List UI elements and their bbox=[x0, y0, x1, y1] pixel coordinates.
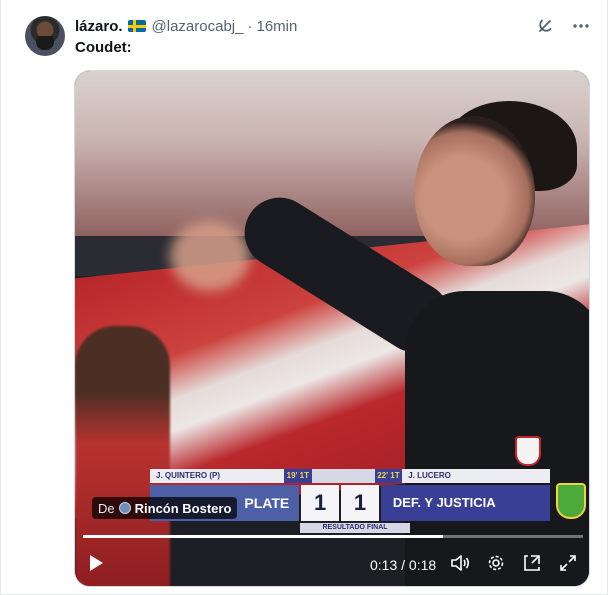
source-prefix: De bbox=[98, 500, 115, 516]
video-progress-fill bbox=[83, 535, 443, 538]
sweden-flag-icon bbox=[127, 20, 146, 32]
separator-dot: · bbox=[247, 17, 253, 35]
source-avatar bbox=[118, 502, 131, 514]
right-minute: 22' 1T bbox=[374, 469, 403, 483]
video-progress-bar[interactable] bbox=[83, 535, 583, 538]
video-player-figure bbox=[75, 326, 170, 586]
duration: 0:18 bbox=[408, 557, 437, 573]
tweet-card[interactable]: lázaro. @lazarocabj_ · 16min Coudet: J. … bbox=[0, 0, 608, 595]
match-status: RESULTADO FINAL bbox=[300, 523, 410, 533]
more-icon[interactable] bbox=[571, 16, 591, 36]
picture-in-picture-icon[interactable] bbox=[521, 552, 543, 574]
time-separator: / bbox=[401, 557, 406, 573]
author-name[interactable]: lázaro. bbox=[75, 18, 123, 35]
video-source-link[interactable]: De Rincón Bostero bbox=[92, 497, 238, 519]
left-minute: 19' 1T bbox=[284, 469, 312, 483]
tweet-actions bbox=[535, 16, 591, 36]
away-score: 1 bbox=[341, 485, 379, 521]
away-team: DEF. Y JUSTICIA bbox=[380, 485, 550, 521]
volume-icon[interactable] bbox=[449, 552, 471, 574]
video-timecode: 0:13 / 0:18 bbox=[370, 557, 436, 573]
avatar[interactable] bbox=[25, 16, 65, 56]
play-icon[interactable] bbox=[85, 552, 107, 574]
right-scorer: J. LUCERO bbox=[402, 469, 551, 483]
club-badge bbox=[515, 436, 541, 466]
source-name: Rincón Bostero bbox=[134, 500, 232, 516]
scoreboard-top: J. QUINTERO (P) 19' 1T 22' 1T J. LUCERO bbox=[150, 469, 551, 483]
current-time: 0:13 bbox=[370, 557, 398, 573]
video-player[interactable]: J. QUINTERO (P) 19' 1T 22' 1T J. LUCERO … bbox=[74, 70, 590, 587]
video-coach-head bbox=[415, 116, 535, 266]
timestamp[interactable]: 16min bbox=[256, 18, 297, 35]
tweet-header: lázaro. @lazarocabj_ · 16min bbox=[75, 15, 297, 37]
video-hand bbox=[170, 221, 250, 291]
scoreboard-divider bbox=[311, 469, 375, 483]
video-controls: 0:13 / 0:18 bbox=[75, 549, 589, 579]
home-score: 1 bbox=[301, 485, 340, 521]
away-team-crest bbox=[556, 483, 586, 519]
gear-icon[interactable] bbox=[485, 552, 507, 574]
grok-icon[interactable] bbox=[535, 16, 555, 36]
left-scorer: J. QUINTERO (P) bbox=[150, 469, 285, 483]
fullscreen-icon[interactable] bbox=[557, 552, 579, 574]
video-coach-body bbox=[405, 291, 589, 586]
author-handle[interactable]: @lazarocabj_ bbox=[152, 18, 244, 35]
tweet-text: Coudet: bbox=[75, 39, 132, 56]
